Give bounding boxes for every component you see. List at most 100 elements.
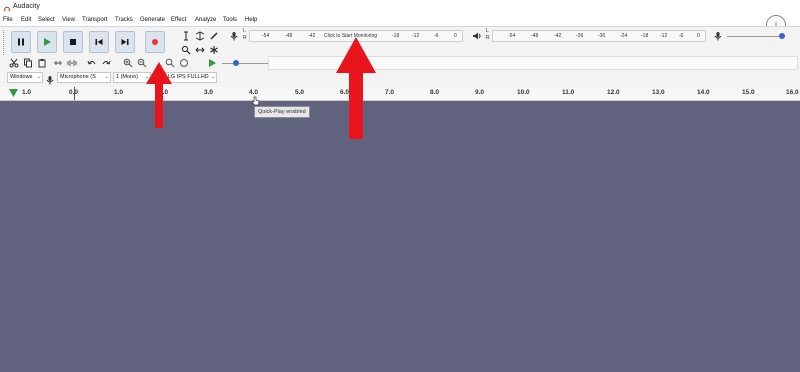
meter-tick: -42 xyxy=(308,33,316,39)
menu-file[interactable]: File xyxy=(3,17,13,23)
menu-tools[interactable]: Tools xyxy=(223,17,237,23)
magnifier-icon xyxy=(181,45,191,55)
envelope-icon xyxy=(195,31,205,41)
ruler-label: 5.0 xyxy=(295,89,305,96)
redo-button[interactable] xyxy=(100,57,112,69)
paste-button[interactable] xyxy=(36,57,48,69)
title-bar: Audacity xyxy=(0,0,800,16)
pin-head-icon[interactable] xyxy=(9,89,18,97)
meter-left-label: L xyxy=(243,28,246,34)
record-button[interactable] xyxy=(145,31,165,53)
selection-tool-button[interactable] xyxy=(180,30,192,42)
pause-icon xyxy=(18,38,24,46)
timeline-ruler[interactable]: 1.0 0.0 1.0 2.0 3.0 4.0 5.0 6.0 7.0 8.0 … xyxy=(0,87,800,101)
double-arrow-icon xyxy=(195,47,205,53)
playback-meter-button[interactable] xyxy=(471,30,483,42)
meter-right-label: R xyxy=(486,35,490,41)
paste-icon xyxy=(38,59,46,68)
stop-button[interactable] xyxy=(63,31,83,53)
timeshift-tool-button[interactable] xyxy=(194,44,206,56)
recording-device-dropdown[interactable]: Microphone (S ⌄ xyxy=(57,72,111,83)
play-speed-slider[interactable] xyxy=(222,63,268,64)
skip-to-start-button[interactable] xyxy=(89,31,109,53)
meter-tick: -12 xyxy=(412,33,420,39)
play-speed-thumb[interactable] xyxy=(233,60,239,66)
window-title: Audacity xyxy=(13,3,40,10)
stop-icon xyxy=(70,39,76,45)
meter-tick: 0 xyxy=(697,33,700,39)
play-button[interactable] xyxy=(37,31,57,53)
menu-tracks[interactable]: Tracks xyxy=(115,17,133,23)
chevron-down-icon: ⌄ xyxy=(36,74,41,80)
meter-tick: -54 xyxy=(262,33,270,39)
microphone-icon xyxy=(45,72,55,85)
microphone-icon xyxy=(714,32,722,41)
zoom-toggle-icon xyxy=(180,59,188,67)
ruler-label: 4.0 xyxy=(249,89,259,96)
record-meter-button[interactable] xyxy=(228,30,240,42)
skip-to-start-icon xyxy=(95,39,103,45)
meter-tick: 0 xyxy=(454,33,457,39)
ruler-label: 1.0 xyxy=(22,89,32,96)
ibeam-icon xyxy=(184,31,188,41)
zoom-in-icon xyxy=(123,58,133,68)
menu-select[interactable]: Select xyxy=(38,17,55,23)
red-annotation-arrow-monitoring xyxy=(336,37,376,139)
multi-tool-button[interactable] xyxy=(208,44,220,56)
ruler-label: 10.0 xyxy=(517,89,530,96)
meter-tick: -30 xyxy=(598,33,606,39)
skip-to-end-button[interactable] xyxy=(115,31,135,53)
meter-tick: -54 xyxy=(508,33,516,39)
menu-help[interactable]: Help xyxy=(245,17,257,23)
envelope-tool-button[interactable] xyxy=(194,30,206,42)
meter-tick: -24 xyxy=(620,33,628,39)
meter-tick: -36 xyxy=(576,33,584,39)
ruler-zero-marker xyxy=(74,87,75,100)
menu-generate[interactable]: Generate xyxy=(140,17,165,23)
ruler-label: 12.0 xyxy=(607,89,620,96)
zoom-toggle-button[interactable] xyxy=(178,57,190,69)
menu-edit[interactable]: Edit xyxy=(21,17,31,23)
meter-tick: -42 xyxy=(554,33,562,39)
pause-button[interactable] xyxy=(11,31,31,53)
menu-effect[interactable]: Effect xyxy=(171,17,186,23)
silence-audio-button[interactable] xyxy=(66,57,78,69)
track-area[interactable] xyxy=(0,101,800,372)
copy-button[interactable] xyxy=(22,57,34,69)
toolbar-grip[interactable] xyxy=(3,30,7,55)
audio-host-dropdown[interactable]: Windows ⌄ xyxy=(7,72,43,83)
undo-button[interactable] xyxy=(86,57,98,69)
meter-right-label: R xyxy=(243,35,247,41)
playback-device-dropdown[interactable]: LG IPS FULLHD ⌄ xyxy=(165,72,217,83)
meter-tick: -48 xyxy=(531,33,539,39)
quick-play-tooltip: Quick-Play enabled xyxy=(254,106,310,118)
cut-button[interactable] xyxy=(8,57,20,69)
zoom-tool-button[interactable] xyxy=(180,44,192,56)
ruler-label: 1.0 xyxy=(114,89,124,96)
ruler-label: 13.0 xyxy=(652,89,665,96)
meter-left-label: L xyxy=(486,28,489,34)
play-at-speed-button[interactable] xyxy=(206,57,218,69)
ruler-label: 8.0 xyxy=(430,89,440,96)
ruler-label: 16.0 xyxy=(786,89,799,96)
meter-tick: -48 xyxy=(285,33,293,39)
ruler-label: 3.0 xyxy=(204,89,214,96)
meter-tick: -12 xyxy=(660,33,668,39)
ruler-label: 7.0 xyxy=(385,89,395,96)
audacity-logo-icon xyxy=(3,6,11,12)
red-annotation-arrow-record xyxy=(146,62,172,128)
draw-tool-button[interactable] xyxy=(208,30,220,42)
meter-tick: -6 xyxy=(434,33,439,39)
trim-audio-button[interactable] xyxy=(52,57,64,69)
speaker-icon xyxy=(473,32,481,40)
recording-volume-thumb[interactable] xyxy=(779,33,785,39)
ruler-label: 15.0 xyxy=(742,89,755,96)
recording-volume-slider[interactable] xyxy=(727,36,785,37)
menu-transport[interactable]: Transport xyxy=(82,17,107,23)
zoom-in-button[interactable] xyxy=(122,57,134,69)
play-icon xyxy=(44,38,51,46)
skip-to-end-icon xyxy=(121,39,129,45)
menu-view[interactable]: View xyxy=(62,17,75,23)
menu-analyze[interactable]: Analyze xyxy=(195,17,216,23)
chevron-down-icon: ⌄ xyxy=(210,74,215,80)
